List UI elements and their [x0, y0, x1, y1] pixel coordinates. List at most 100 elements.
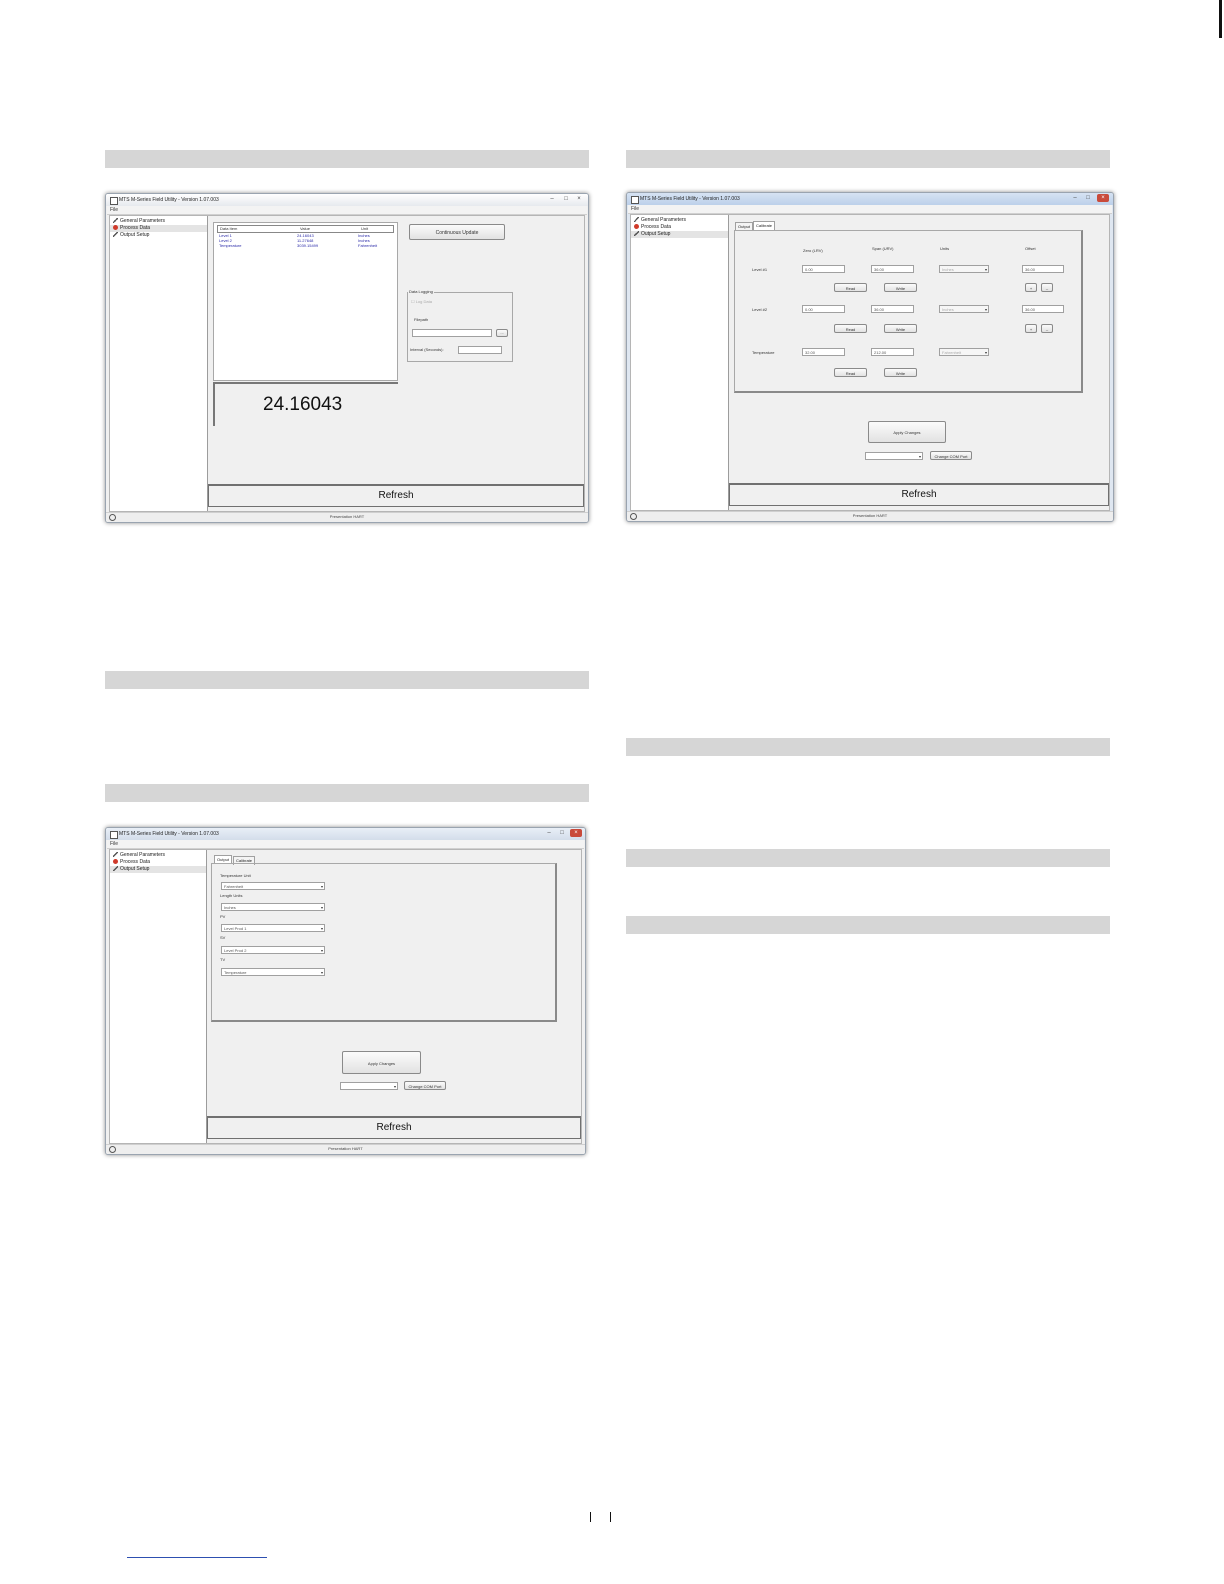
- maximize-icon[interactable]: □: [560, 195, 572, 203]
- minimize-icon[interactable]: –: [543, 829, 555, 837]
- client-area: General Parameters Process Data Output S…: [109, 215, 585, 512]
- window-title: MTS M-Series Field Utility - Version 1.0…: [640, 196, 740, 202]
- continuous-update-button[interactable]: Continuous Update: [409, 224, 505, 240]
- temperature-unit-label: Temperature Unit: [220, 873, 251, 878]
- menu-bar: File: [107, 206, 587, 215]
- temperature-zero-input[interactable]: 32.00: [802, 348, 845, 356]
- big-value-display: 24.16043: [213, 382, 398, 426]
- maximize-icon[interactable]: □: [556, 829, 568, 837]
- level-1-units-select[interactable]: Inches ▾: [939, 265, 989, 273]
- wrench-icon: [113, 218, 118, 223]
- nav-tree: General Parameters Process Data Output S…: [110, 850, 207, 1143]
- tab-calibrate[interactable]: Calibrate: [753, 221, 776, 230]
- interval-input[interactable]: [458, 346, 502, 354]
- column-units: Units: [940, 246, 950, 251]
- column-span: Span (URV): [872, 246, 894, 251]
- filepath-label: Filepath: [414, 317, 429, 322]
- client-area: General Parameters Process Data Output S…: [109, 849, 582, 1144]
- level-1-offset-input[interactable]: 36.00: [1022, 265, 1064, 273]
- close-icon[interactable]: ×: [570, 829, 582, 837]
- level-2-minus-button[interactable]: –: [1041, 324, 1053, 333]
- status-bar: Presentation HART: [106, 512, 588, 522]
- output-setup-window: MTS M-Series Field Utility - Version 1.0…: [105, 827, 586, 1155]
- close-icon[interactable]: ×: [1097, 194, 1109, 202]
- level-2-plus-button[interactable]: +: [1025, 324, 1037, 333]
- nav-output-setup[interactable]: Output Setup: [113, 232, 149, 239]
- maximize-icon[interactable]: □: [1082, 194, 1094, 202]
- level-2-write-button[interactable]: Write: [884, 324, 917, 333]
- length-units-select[interactable]: Inches ▾: [221, 903, 325, 911]
- level-2-read-button[interactable]: Read: [834, 324, 867, 333]
- title-bar: MTS M-Series Field Utility - Version 1.0…: [106, 194, 588, 206]
- nav-general-parameters[interactable]: General Parameters: [634, 217, 686, 224]
- nav-output-setup[interactable]: Output Setup: [110, 866, 206, 873]
- nav-output-setup[interactable]: Output Setup: [631, 231, 728, 238]
- process-data-table: Data Item Value Unit Level 1 24.16043 In…: [213, 222, 398, 381]
- title-bar: MTS M-Series Field Utility - Version 1.0…: [627, 193, 1113, 205]
- refresh-button[interactable]: Refresh: [207, 1116, 581, 1139]
- close-icon[interactable]: ×: [573, 195, 585, 203]
- wrench-icon: [634, 231, 639, 236]
- sv-label: SV: [220, 935, 226, 940]
- temperature-unit-select[interactable]: Fahrenheit ▾: [221, 882, 325, 890]
- nav-process-data[interactable]: Process Data: [113, 859, 150, 866]
- menu-bar: File: [107, 840, 584, 849]
- temperature-span-input[interactable]: 212.00: [871, 348, 914, 356]
- window-title: MTS M-Series Field Utility - Version 1.0…: [119, 831, 219, 837]
- level-2-span-input[interactable]: 36.00: [871, 305, 914, 313]
- data-logging-label: Data Logging: [408, 289, 434, 294]
- process-icon: [113, 859, 118, 864]
- level-1-read-button[interactable]: Read: [834, 283, 867, 292]
- footer-mark-left: [590, 1512, 591, 1522]
- apply-changes-button[interactable]: Apply Changes: [868, 421, 946, 443]
- nav-general-parameters[interactable]: General Parameters: [113, 852, 165, 859]
- level-1-plus-button[interactable]: +: [1025, 283, 1037, 292]
- title-bar: MTS M-Series Field Utility - Version 1.0…: [106, 828, 585, 840]
- nav-general-parameters[interactable]: General Parameters: [113, 218, 165, 225]
- pv-select[interactable]: Level Prod 1 ▾: [221, 924, 325, 932]
- page-edge-mark: [1219, 0, 1222, 38]
- minimize-icon[interactable]: –: [1069, 194, 1081, 202]
- change-com-port-button[interactable]: Change COM Port: [930, 451, 972, 460]
- process-data-window: MTS M-Series Field Utility - Version 1.0…: [105, 193, 589, 523]
- change-com-port-button[interactable]: Change COM Port: [404, 1081, 446, 1090]
- interval-label: Interval (Seconds):: [410, 347, 444, 352]
- menu-file[interactable]: File: [631, 206, 639, 212]
- level-2-offset-input[interactable]: 36.00: [1022, 305, 1064, 313]
- refresh-button[interactable]: Refresh: [208, 484, 584, 507]
- level-2-units-select[interactable]: Inches ▾: [939, 305, 989, 313]
- process-icon: [113, 225, 118, 230]
- row-label-level-2: Level #2: [752, 307, 768, 312]
- com-port-select[interactable]: ▾: [865, 452, 923, 460]
- nav-process-data[interactable]: Process Data: [110, 225, 207, 232]
- temperature-write-button[interactable]: Write: [884, 368, 917, 377]
- temperature-units-select[interactable]: Fahrenheit ▾: [939, 348, 989, 356]
- section-bar-3: [105, 671, 589, 689]
- level-1-write-button[interactable]: Write: [884, 283, 917, 292]
- level-1-zero-input[interactable]: 0.00: [802, 265, 845, 273]
- nav-process-data[interactable]: Process Data: [634, 224, 671, 231]
- output-content: Output Calibrate Temperature Unit Fahren…: [207, 850, 581, 1143]
- com-port-select[interactable]: ▾: [340, 1082, 398, 1090]
- app-icon: [110, 197, 118, 205]
- temperature-read-button[interactable]: Read: [834, 368, 867, 377]
- menu-file[interactable]: File: [110, 207, 118, 213]
- minimize-icon[interactable]: –: [546, 195, 558, 203]
- log-data-checkbox[interactable]: ☐ Log Data: [411, 299, 432, 304]
- app-icon: [631, 196, 639, 204]
- apply-changes-button[interactable]: Apply Changes: [342, 1051, 421, 1074]
- menu-file[interactable]: File: [110, 841, 118, 847]
- level-1-span-input[interactable]: 36.00: [871, 265, 914, 273]
- level-1-minus-button[interactable]: –: [1041, 283, 1053, 292]
- big-value: 24.16043: [263, 394, 343, 415]
- calibrate-window: MTS M-Series Field Utility - Version 1.0…: [626, 192, 1114, 522]
- refresh-button[interactable]: Refresh: [729, 483, 1109, 506]
- status-text: Presentation HART: [852, 513, 888, 518]
- sv-select[interactable]: Level Prod 2 ▾: [221, 946, 325, 954]
- header-value: Value: [300, 226, 310, 231]
- browse-button[interactable]: ...: [496, 329, 508, 337]
- level-2-zero-input[interactable]: 0.00: [802, 305, 845, 313]
- wrench-icon: [113, 232, 118, 237]
- filepath-input[interactable]: [412, 329, 492, 337]
- tv-select[interactable]: Temperature ▾: [221, 968, 325, 976]
